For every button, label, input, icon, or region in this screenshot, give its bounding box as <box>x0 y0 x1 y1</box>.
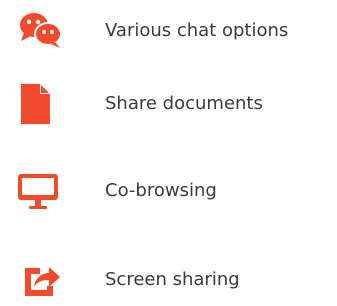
feature-list: Various chat options Share documents Co-… <box>0 0 337 306</box>
feature-item-documents: Share documents <box>0 84 337 124</box>
feature-label: Share documents <box>105 93 263 114</box>
feature-item-chat: Various chat options <box>0 11 337 51</box>
chat-bubbles-icon <box>18 11 76 51</box>
feature-item-screen-sharing: Screen sharing <box>0 260 337 300</box>
monitor-icon <box>18 171 76 211</box>
share-arrow-icon <box>18 260 76 300</box>
feature-label: Co-browsing <box>105 180 217 201</box>
feature-label: Various chat options <box>105 20 289 41</box>
document-icon <box>18 84 76 124</box>
feature-label: Screen sharing <box>105 269 240 290</box>
feature-item-cobrowsing: Co-browsing <box>0 171 337 211</box>
